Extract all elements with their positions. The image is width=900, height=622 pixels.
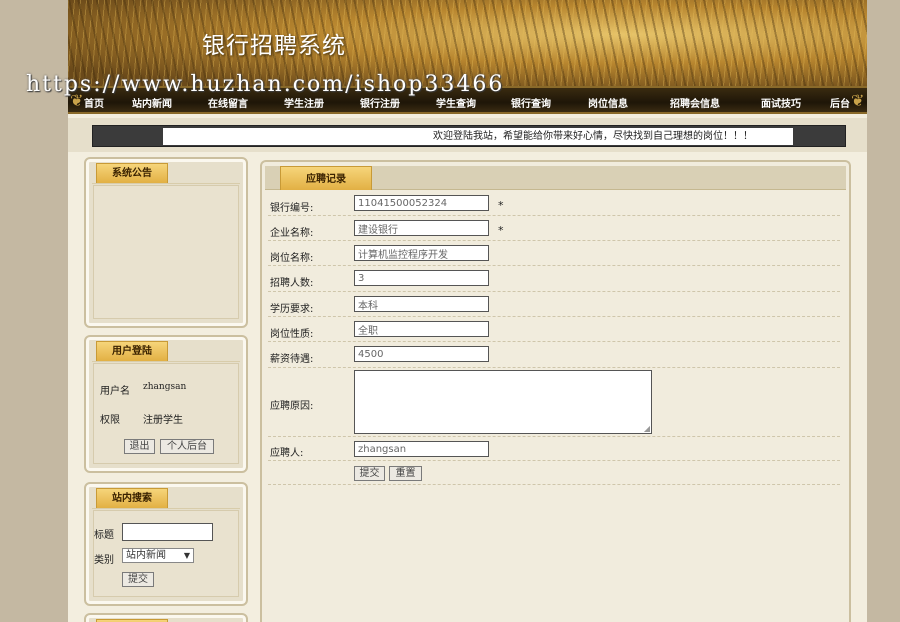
form-row-salary: 薪资待遇:: [268, 342, 840, 368]
application-record-panel: 应聘记录 银行编号: * 企业名称: * 岗位名称: 招聘人数: 学历要求: 岗…: [260, 160, 851, 622]
site-title: 银行招聘系统: [202, 33, 346, 59]
role-label: 权限: [100, 415, 120, 426]
position-input[interactable]: [354, 245, 489, 261]
divider: [92, 508, 240, 509]
search-body: 标题 类别 站内新闻 ▼ 提交: [93, 510, 239, 597]
search-title-input[interactable]: [122, 523, 213, 541]
nav-student-register[interactable]: 学生注册: [284, 95, 324, 110]
nature-input[interactable]: [354, 321, 489, 337]
nav-bank-search[interactable]: 银行查询: [511, 95, 551, 110]
nav-positions[interactable]: 岗位信息: [588, 95, 628, 110]
position-label: 岗位名称:: [270, 253, 314, 264]
form-row-reason: 应聘原因: ◢: [268, 368, 840, 437]
search-type-label: 类别: [94, 555, 114, 566]
required-mark: *: [498, 224, 504, 237]
education-input[interactable]: [354, 296, 489, 312]
form-row-actions: 提交 重置: [268, 461, 840, 485]
reason-label: 应聘原因:: [270, 401, 314, 412]
form-row-applicant: 应聘人:: [268, 437, 840, 461]
search-submit-button[interactable]: 提交: [122, 572, 154, 587]
divider: [92, 183, 240, 184]
search-title-label: 标题: [94, 530, 114, 541]
nav-bank-register[interactable]: 银行注册: [360, 95, 400, 110]
salary-input[interactable]: [354, 346, 489, 362]
login-body: 用户名 zhangsan 权限 注册学生 退出 个人后台: [93, 363, 239, 464]
count-input[interactable]: [354, 270, 489, 286]
company-input[interactable]: [354, 220, 489, 236]
count-label: 招聘人数:: [270, 278, 314, 289]
role-value: 注册学生: [143, 415, 183, 426]
login-panel: 用户登陆 用户名 zhangsan 权限 注册学生 退出 个人后台: [84, 335, 248, 473]
divider: [92, 361, 240, 362]
partial-panel: [84, 613, 248, 622]
search-type-value: 站内新闻: [126, 550, 166, 561]
reset-button[interactable]: 重置: [389, 466, 422, 481]
form-row-company: 企业名称: *: [268, 216, 840, 241]
applicant-input[interactable]: [354, 441, 489, 457]
marquee-strip: 欢迎登陆我站，希望能给你带来好心情，尽快找到自己理想的岗位！！！: [68, 118, 867, 152]
applicant-label: 应聘人:: [270, 448, 304, 459]
chevron-down-icon: ▼: [183, 551, 190, 560]
notice-title: 系统公告: [96, 163, 168, 183]
nav-home[interactable]: 首页: [84, 95, 104, 110]
required-mark: *: [498, 199, 504, 212]
company-label: 企业名称:: [270, 228, 314, 239]
search-panel: 站内搜索 标题 类别 站内新闻 ▼ 提交: [84, 482, 248, 606]
salary-label: 薪资待遇:: [270, 354, 314, 365]
nav-interview-tips[interactable]: 面试技巧: [761, 95, 801, 110]
form-row-position: 岗位名称:: [268, 241, 840, 266]
nav-job-fair[interactable]: 招聘会信息: [670, 95, 720, 110]
education-label: 学历要求:: [270, 304, 314, 315]
submit-button[interactable]: 提交: [354, 466, 385, 481]
form-row-bank-no: 银行编号: *: [268, 190, 840, 216]
ornament-icon: ❦: [851, 91, 865, 110]
watermark-text: https://www.huzhan.com/ishop33466: [26, 72, 505, 97]
login-title: 用户登陆: [96, 341, 168, 361]
nav-admin[interactable]: 后台: [830, 95, 850, 110]
nav-news[interactable]: 站内新闻: [132, 95, 172, 110]
notice-body: [93, 185, 239, 319]
nav-message[interactable]: 在线留言: [208, 95, 248, 110]
nature-label: 岗位性质:: [270, 329, 314, 340]
reason-textarea[interactable]: ◢: [354, 370, 652, 434]
username-value: zhangsan: [143, 382, 187, 392]
logout-button[interactable]: 退出: [124, 439, 155, 454]
bank-no-input[interactable]: [354, 195, 489, 211]
username-label: 用户名: [100, 386, 130, 397]
personal-backend-button[interactable]: 个人后台: [160, 439, 214, 454]
nav-student-search[interactable]: 学生查询: [436, 95, 476, 110]
form-row-count: 招聘人数:: [268, 266, 840, 292]
bank-no-label: 银行编号:: [270, 203, 314, 214]
application-record-title: 应聘记录: [280, 166, 372, 190]
marquee-bar: 欢迎登陆我站，希望能给你带来好心情，尽快找到自己理想的岗位！！！: [92, 125, 846, 147]
notice-panel: 系统公告: [84, 157, 248, 328]
resize-grip-icon[interactable]: ◢: [644, 424, 650, 433]
form-row-nature: 岗位性质:: [268, 317, 840, 342]
search-title: 站内搜索: [96, 488, 168, 508]
form-row-education: 学历要求:: [268, 292, 840, 317]
search-type-select[interactable]: 站内新闻 ▼: [122, 548, 194, 563]
marquee-text: 欢迎登陆我站，希望能给你带来好心情，尽快找到自己理想的岗位！！！: [163, 128, 793, 145]
